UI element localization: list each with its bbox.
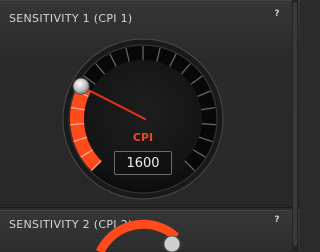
cpi-label: CPI	[132, 131, 154, 144]
cpi-value-input[interactable]	[114, 151, 172, 175]
sensitivity-settings: SENSITIVITY 1 (CPI 1) ? CPI 1600 SENSITI…	[0, 0, 300, 252]
scrollbar-thumb[interactable]	[293, 2, 297, 246]
cpi-dial-2[interactable]	[0, 211, 300, 252]
sensitivity-1-panel: SENSITIVITY 1 (CPI 1) ? CPI 1600	[0, 0, 300, 208]
cpi-dial[interactable]	[0, 1, 300, 209]
dial-2-knob	[163, 235, 181, 252]
dial-knob	[72, 77, 90, 95]
sensitivity-2-panel: SENSITIVITY 2 (CPI 2) ?	[0, 210, 300, 252]
scrollbar[interactable]	[292, 0, 298, 251]
